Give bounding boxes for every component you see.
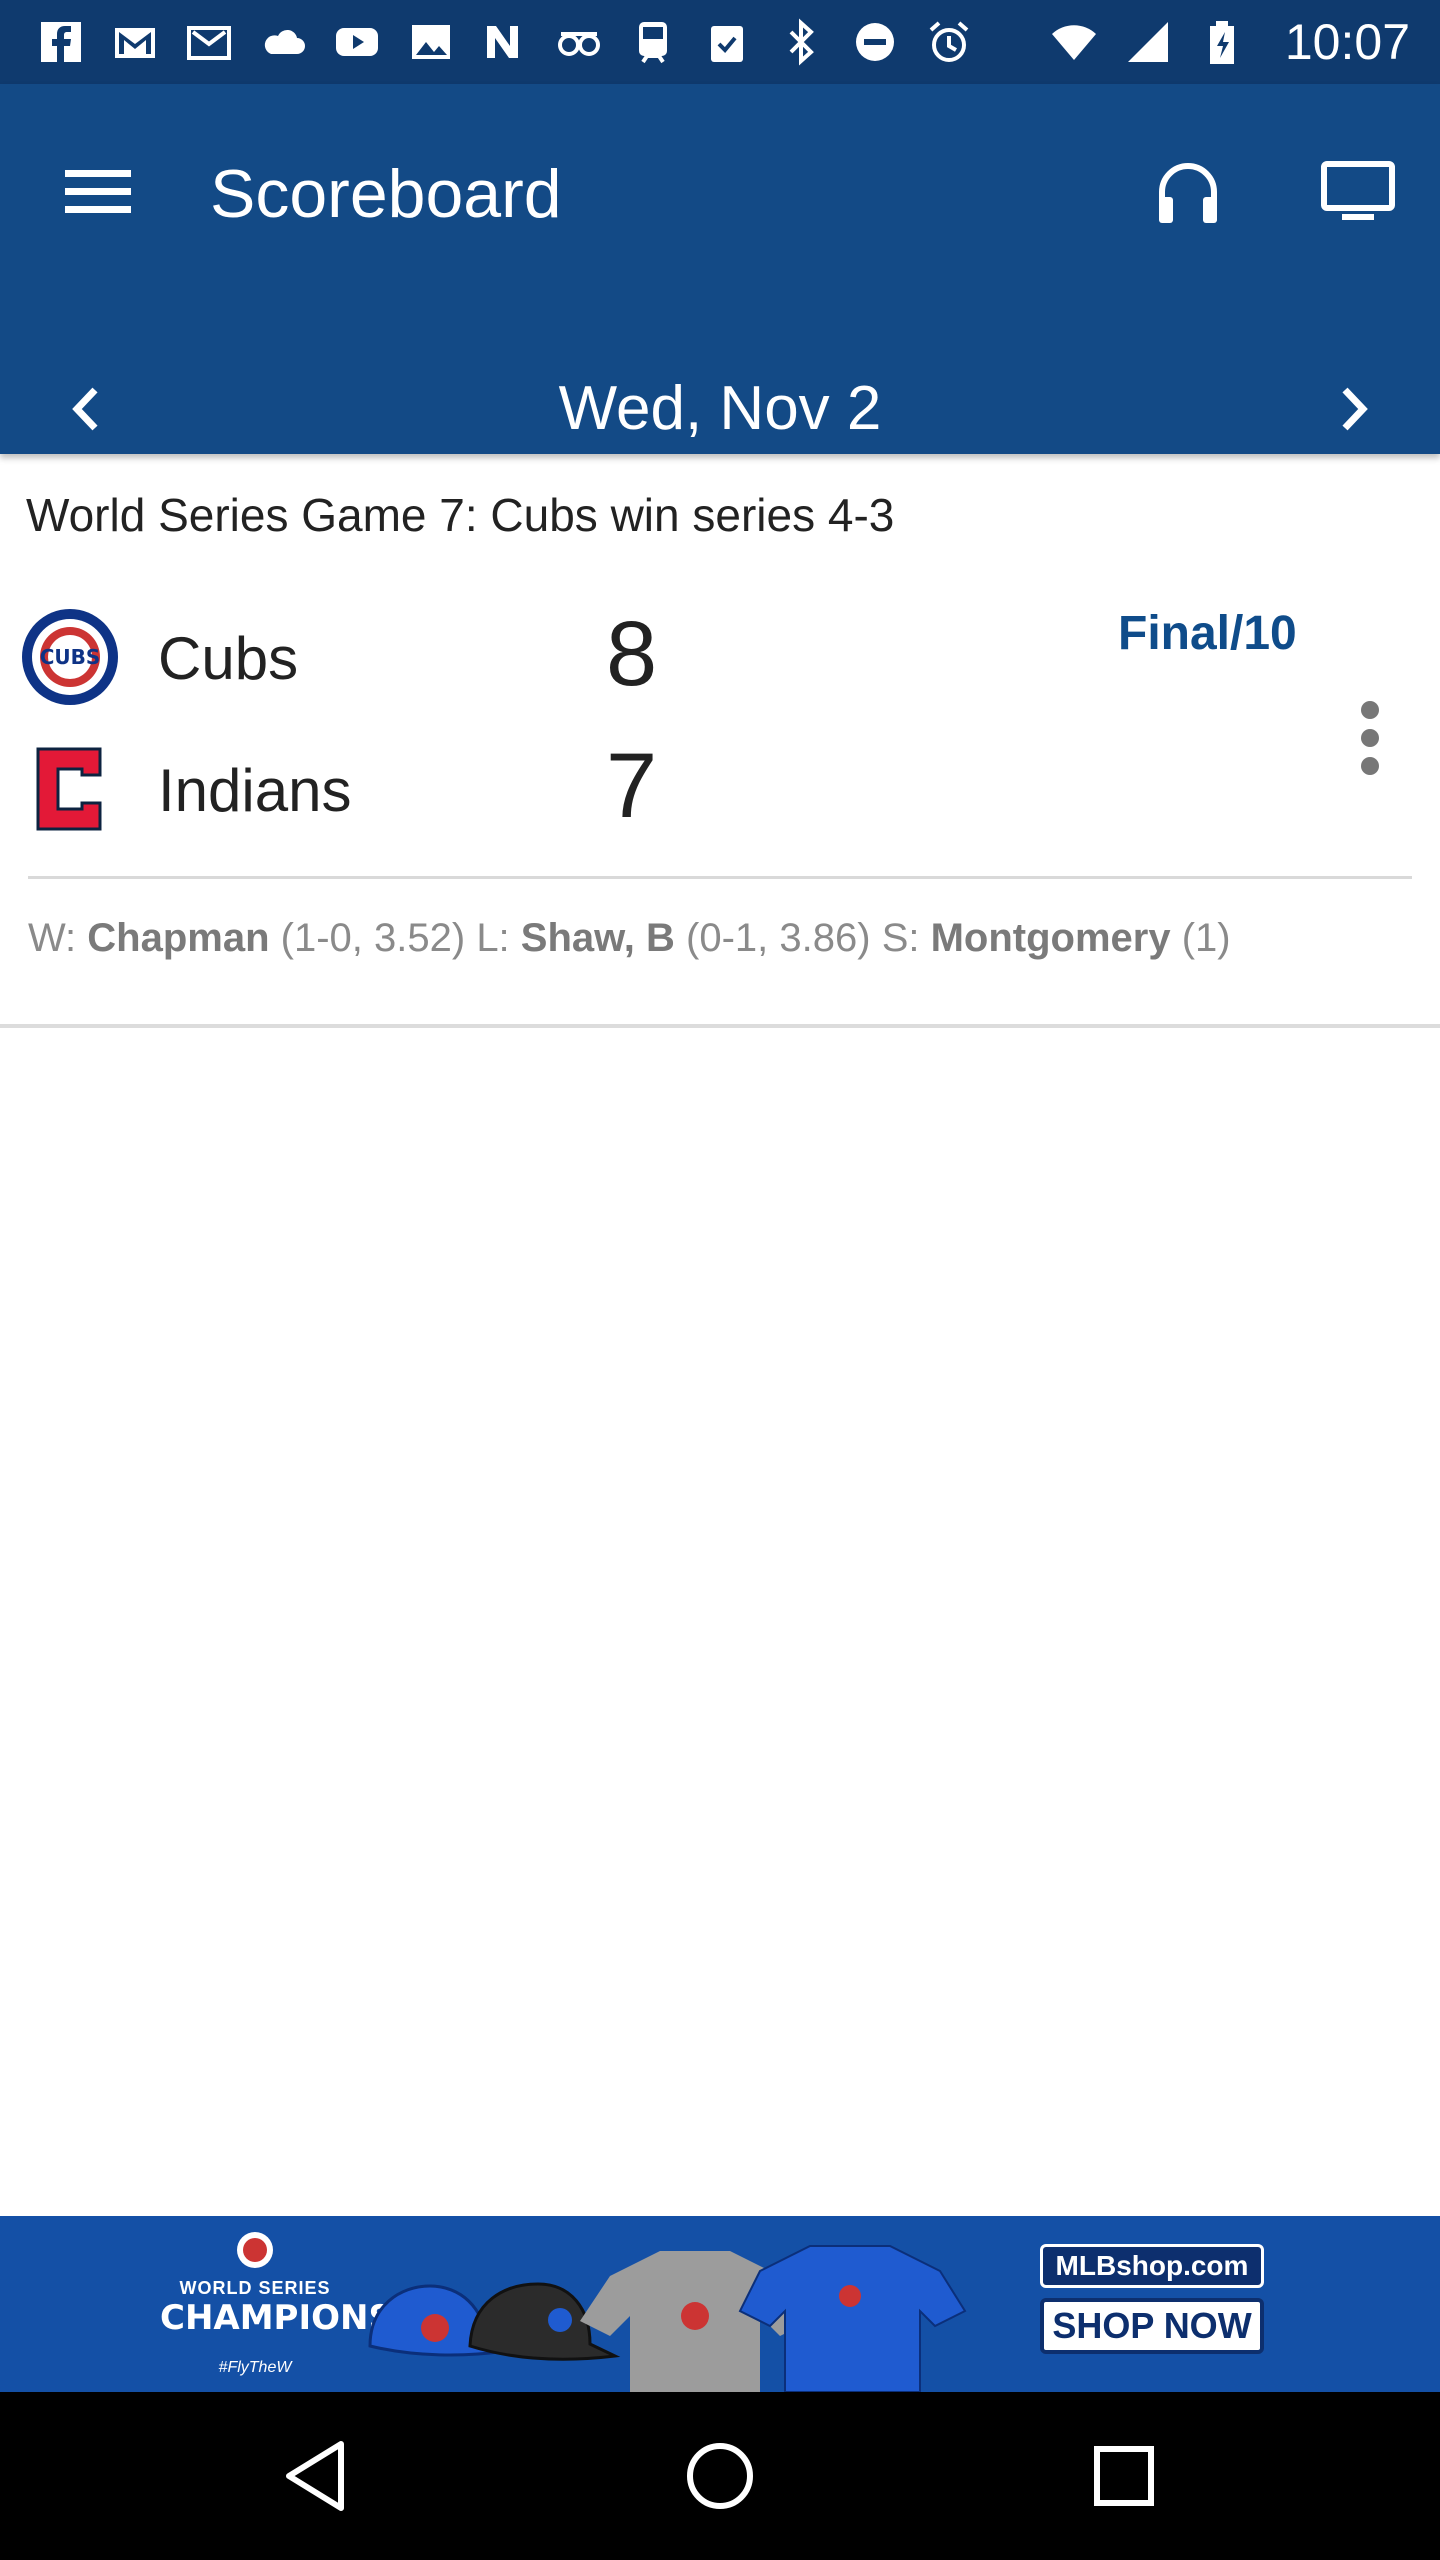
next-day-button[interactable] <box>1310 364 1400 454</box>
battery-charging-icon <box>1195 15 1249 69</box>
game-card[interactable]: World Series Game 7: Cubs win series 4-3… <box>0 456 1440 1028</box>
audio-button[interactable] <box>1140 144 1236 240</box>
team-score: 7 <box>606 735 658 837</box>
home-button[interactable] <box>670 2426 770 2526</box>
saving-pitcher-stats: (1) <box>1181 916 1231 960</box>
hamburger-menu-icon <box>65 170 131 213</box>
system-status: 10:07 <box>1047 10 1410 74</box>
win-label: W: <box>28 916 77 960</box>
cubs-logo-icon <box>237 2232 273 2268</box>
notification-icons <box>34 10 996 74</box>
chevron-right-icon <box>1342 387 1368 431</box>
game-status: Final/10 <box>1118 607 1297 660</box>
alarm-icon <box>922 15 976 69</box>
team-row-indians: Indians 7 <box>0 734 1100 844</box>
cubs-logo-text: CUBS <box>40 645 101 669</box>
indians-logo-icon <box>36 747 102 831</box>
game-headline: World Series Game 7: Cubs win series 4-3 <box>26 489 895 541</box>
loss-label: L: <box>476 916 510 960</box>
save-label: S: <box>881 916 920 960</box>
youtube-icon <box>330 15 384 69</box>
ad-site-label: MLBshop.com <box>1040 2244 1264 2288</box>
back-button[interactable] <box>266 2426 366 2526</box>
clipboard-check-icon <box>700 15 754 69</box>
cubs-logo-icon: CUBS <box>22 609 118 705</box>
pitcher-decisions: W: Chapman (1-0, 3.52) L: Shaw, B (0-1, … <box>28 916 1231 961</box>
status-bar: 10:07 <box>0 0 1440 84</box>
date-label: Wed, Nov 2 <box>558 374 882 443</box>
tv-button[interactable] <box>1310 144 1406 240</box>
ad-champions-label: CHAMPIONS <box>160 2298 393 2338</box>
team-name: Indians <box>158 757 352 824</box>
gmail-icon <box>108 15 162 69</box>
shop-now-button[interactable]: SHOP NOW <box>1040 2298 1264 2354</box>
photos-icon <box>404 15 458 69</box>
menu-button[interactable] <box>50 144 146 240</box>
ad-series-label: WORLD SERIES <box>179 2278 331 2298</box>
team-name: Cubs <box>158 625 299 692</box>
gmail-icon <box>182 15 236 69</box>
facebook-icon <box>34 15 88 69</box>
tv-icon <box>1321 161 1395 220</box>
winning-pitcher: Chapman <box>87 916 270 960</box>
more-options-button[interactable] <box>1330 678 1410 798</box>
back-triangle-icon <box>286 2441 344 2511</box>
home-circle-icon <box>687 2443 753 2509</box>
headphones-icon <box>1159 163 1217 223</box>
losing-pitcher: Shaw, B <box>520 916 675 960</box>
ad-hashtag: #FlyTheW <box>218 2359 292 2376</box>
more-vert-icon <box>1361 701 1379 775</box>
app-bar: Scoreboard Wed, Nov 2 <box>0 84 1440 454</box>
page-title: Scoreboard <box>210 156 562 232</box>
team-row-cubs: CUBS Cubs 8 <box>0 602 1100 712</box>
saving-pitcher: Montgomery <box>930 916 1171 960</box>
bluetooth-icon <box>774 15 828 69</box>
recents-square-icon <box>1094 2446 1154 2506</box>
do-not-disturb-icon <box>848 15 902 69</box>
ad-champions-logo: WORLD SERIES CHAMPIONS #FlyTheW <box>160 2224 393 2384</box>
ad-merchandise-image <box>368 2245 967 2392</box>
team-score: 8 <box>606 603 658 705</box>
navigation-bar <box>0 2392 1440 2560</box>
cloud-icon <box>256 15 310 69</box>
transit-icon <box>626 15 680 69</box>
tripadvisor-icon <box>552 15 606 69</box>
winning-pitcher-stats: (1-0, 3.52) <box>280 916 466 960</box>
signal-icon <box>1121 15 1175 69</box>
losing-pitcher-stats: (0-1, 3.86) <box>686 916 871 960</box>
wifi-icon <box>1047 15 1101 69</box>
news-icon <box>478 15 532 69</box>
ad-shop-block: MLBshop.com SHOP NOW <box>1040 2244 1264 2354</box>
recent-apps-button[interactable] <box>1074 2426 1174 2526</box>
clock: 10:07 <box>1284 14 1410 70</box>
ad-banner[interactable]: WORLD SERIES CHAMPIONS #FlyTheW MLBshop.… <box>0 2216 1440 2392</box>
divider <box>28 876 1412 879</box>
card-bottom-border <box>0 1024 1440 1028</box>
